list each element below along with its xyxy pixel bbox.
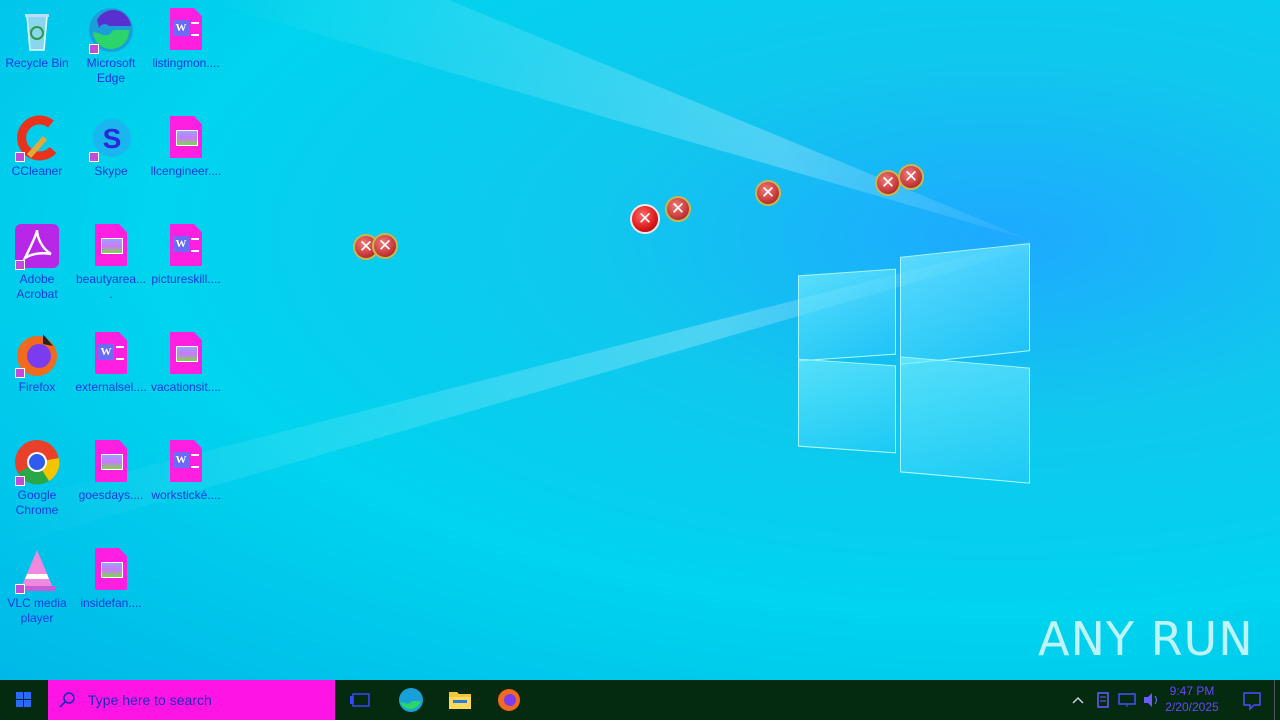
show-desktop-button[interactable]: [1274, 680, 1275, 720]
word-document-icon: W: [162, 438, 210, 486]
taskbar-clock[interactable]: 9:47 PM 2/20/2025: [1160, 683, 1224, 715]
clock-date: 2/20/2025: [1165, 700, 1219, 714]
desktop-icon-pictureskill[interactable]: W pictureskill....: [149, 222, 223, 287]
taskbar-file-explorer-button[interactable]: [436, 680, 484, 720]
desktop-icon-skype[interactable]: S Skype: [74, 114, 148, 179]
image-file-icon: [162, 330, 210, 378]
word-document-icon: W: [162, 222, 210, 270]
desktop-icon-microsoft-edge[interactable]: Microsoft Edge: [74, 6, 148, 86]
edge-icon: [87, 6, 135, 54]
image-file-icon: [87, 438, 135, 486]
image-file-icon: [87, 222, 135, 270]
vlc-icon: [13, 546, 61, 594]
firefox-icon: [13, 330, 61, 378]
desktop-icon-insidefan[interactable]: insidefan....: [74, 546, 148, 611]
word-document-icon: W: [162, 6, 210, 54]
start-button[interactable]: [0, 680, 48, 720]
windows-start-icon: [16, 692, 31, 707]
desktop-icon-llcengineer[interactable]: llcengineer....: [149, 114, 223, 179]
desktop-icon-recycle-bin[interactable]: Recycle Bin: [0, 6, 74, 71]
taskbar: Type here to search 9:47 PM 2/20/2025: [0, 680, 1280, 720]
network-icon: [1097, 692, 1109, 708]
desktop-icon-google-chrome[interactable]: Google Chrome: [0, 438, 74, 518]
tray-network-button[interactable]: [1092, 680, 1114, 720]
tray-volume-button[interactable]: [1140, 680, 1162, 720]
desktop-icon-beautyarea[interactable]: beautyarea....: [74, 222, 148, 302]
desktop-icon-adobe-acrobat[interactable]: Adobe Acrobat: [0, 222, 74, 302]
image-file-icon: [162, 114, 210, 162]
file-explorer-icon: [449, 692, 471, 709]
task-view-button[interactable]: [337, 680, 385, 720]
tray-display-button[interactable]: [1116, 680, 1138, 720]
search-input[interactable]: Type here to search: [48, 680, 335, 720]
desktop-icon-externalsel[interactable]: W externalsel....: [74, 330, 148, 395]
firefox-icon: [498, 689, 520, 711]
recycle-bin-icon: [13, 6, 61, 54]
light-beam: [200, 0, 1030, 240]
word-document-icon: W: [87, 330, 135, 378]
error-icon: ✕: [372, 233, 398, 259]
desktop-icon-ccleaner[interactable]: CCleaner: [0, 114, 74, 179]
taskbar-edge-button[interactable]: [387, 680, 435, 720]
show-hidden-icons-button[interactable]: [1066, 680, 1090, 720]
chevron-up-icon: [1072, 696, 1084, 704]
desktop-icon-firefox[interactable]: Firefox: [0, 330, 74, 395]
desktop-icon-listingmon[interactable]: W listingmon....: [149, 6, 223, 71]
speaker-icon: [1144, 693, 1158, 707]
desktop-icon-vlc[interactable]: VLC media player: [0, 546, 74, 626]
acrobat-icon: [13, 222, 61, 270]
error-icon: ✕: [755, 180, 781, 206]
task-view-icon: [350, 693, 370, 707]
search-placeholder: Type here to search: [88, 692, 212, 708]
error-icon: ✕: [875, 170, 901, 196]
taskbar-firefox-button[interactable]: [485, 680, 533, 720]
windows-logo: [796, 240, 1032, 484]
monitor-icon: [1118, 693, 1136, 707]
anyrun-watermark: ANY RUN: [1038, 612, 1254, 666]
desktop-icon-vacationsit[interactable]: vacationsit....: [149, 330, 223, 395]
desktop-icon-workstické[interactable]: W workstické....: [149, 438, 223, 503]
error-icon: ✕: [630, 204, 660, 234]
edge-icon: [399, 688, 423, 712]
notifications-button[interactable]: [1232, 680, 1272, 720]
skype-icon: S: [87, 114, 135, 162]
desktop: Recycle Bin Microsoft Edge W listingmon.…: [0, 0, 1280, 680]
clock-time: 9:47 PM: [1169, 684, 1215, 698]
desktop-icon-goesdays[interactable]: goesdays....: [74, 438, 148, 503]
image-file-icon: [87, 546, 135, 594]
notification-icon: [1243, 692, 1261, 711]
chrome-icon: [13, 438, 61, 486]
error-icon: ✕: [898, 164, 924, 190]
error-icon: ✕: [665, 196, 691, 222]
svg-text:S: S: [103, 123, 122, 154]
ccleaner-icon: [13, 114, 61, 162]
search-icon: [59, 692, 75, 708]
